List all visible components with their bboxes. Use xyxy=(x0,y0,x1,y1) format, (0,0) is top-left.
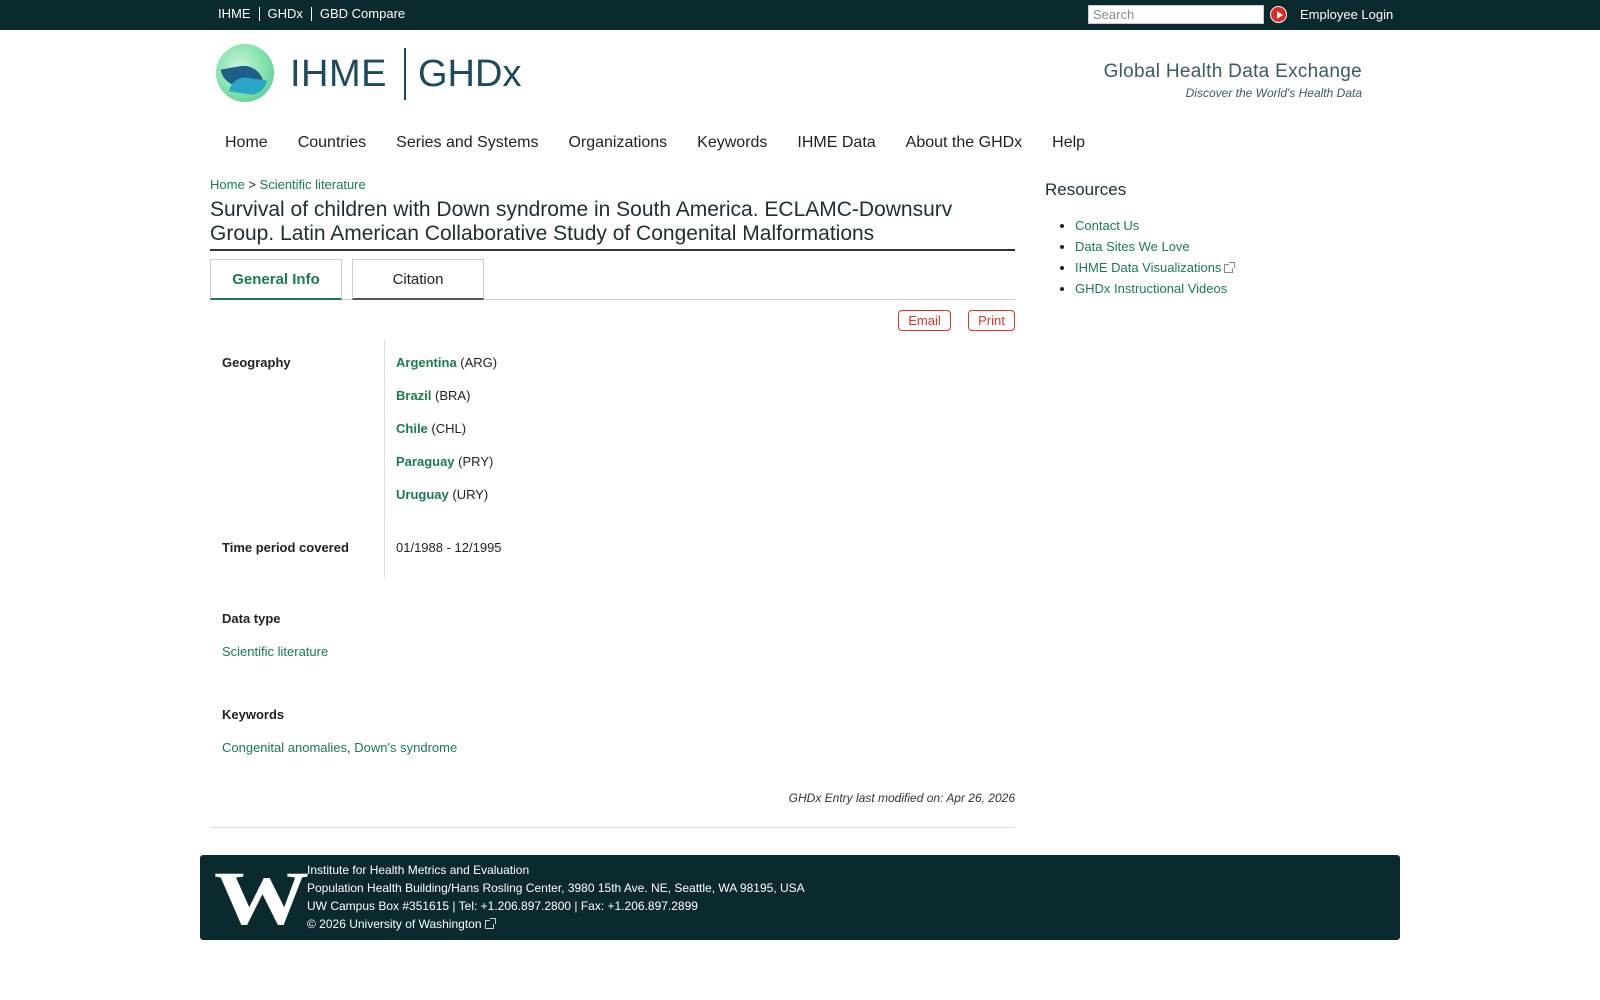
keywords-value: Congenital anomalies, Down's syndrome xyxy=(222,740,457,755)
data-type-value: Scientific literature xyxy=(222,644,328,659)
main-nav: Home Countries Series and Systems Organi… xyxy=(210,133,1100,153)
logo-text-ihme[interactable]: IHME xyxy=(290,53,387,96)
ihme-logo-icon[interactable] xyxy=(216,44,274,102)
keyword-link-downs-syndrome[interactable]: Down's syndrome xyxy=(354,740,457,755)
geography-label: Geography xyxy=(222,355,291,370)
list-item: Contact Us xyxy=(1075,215,1233,236)
print-button[interactable]: Print xyxy=(968,310,1015,331)
geography-code: (URY) xyxy=(452,487,489,502)
info-column-divider xyxy=(384,340,385,578)
geography-code: (BRA) xyxy=(435,388,471,403)
geography-item: Brazil (BRA) xyxy=(396,388,470,403)
email-button[interactable]: Email xyxy=(898,310,951,331)
nav-ihme-data[interactable]: IHME Data xyxy=(782,133,890,153)
nav-help[interactable]: Help xyxy=(1037,133,1100,153)
time-period-value: 01/1988 - 12/1995 xyxy=(396,540,502,555)
data-type-link[interactable]: Scientific literature xyxy=(222,644,328,659)
nav-organizations[interactable]: Organizations xyxy=(553,133,682,153)
breadcrumb-scientific-literature[interactable]: Scientific literature xyxy=(260,177,366,192)
geography-code: (ARG) xyxy=(460,355,498,370)
search-input[interactable] xyxy=(1088,5,1264,24)
geography-item: Chile (CHL) xyxy=(396,421,466,436)
last-modified-note: GHDx Entry last modified on: Apr 26, 202… xyxy=(788,791,1015,805)
resource-link-contact-us[interactable]: Contact Us xyxy=(1075,218,1139,233)
uw-logo-icon[interactable]: W xyxy=(214,861,309,937)
geography-item: Paraguay (PRY) xyxy=(396,454,493,469)
breadcrumb-separator: > xyxy=(248,177,256,192)
resource-link-ihme-visualizations[interactable]: IHME Data Visualizations xyxy=(1075,260,1221,275)
top-bar: IHME GHDx GBD Compare Employee Login xyxy=(0,0,1600,30)
geography-link-argentina[interactable]: Argentina xyxy=(396,355,457,370)
top-links: IHME GHDx GBD Compare xyxy=(218,7,413,21)
nav-home[interactable]: Home xyxy=(210,133,283,153)
resources-list: Contact Us Data Sites We Love IHME Data … xyxy=(1075,215,1236,299)
geography-link-chile[interactable]: Chile xyxy=(396,421,428,436)
content-divider xyxy=(210,827,1015,828)
geography-link-paraguay[interactable]: Paraguay xyxy=(396,454,455,469)
list-item: IHME Data Visualizations xyxy=(1075,257,1236,278)
breadcrumb-home[interactable]: Home xyxy=(210,177,245,192)
nav-countries[interactable]: Countries xyxy=(283,133,381,153)
footer-institute: Institute for Health Metrics and Evaluat… xyxy=(307,863,530,877)
list-item: Data Sites We Love xyxy=(1075,236,1233,257)
copyright-text: © 2026 xyxy=(307,917,346,931)
external-link-icon xyxy=(484,918,496,930)
top-link-gbd-compare[interactable]: GBD Compare xyxy=(312,7,413,21)
page-title: Survival of children with Down syndrome … xyxy=(210,198,1015,251)
keyword-link-congenital-anomalies[interactable]: Congenital anomalies xyxy=(222,740,347,755)
external-link-icon xyxy=(1224,262,1236,274)
resources-title: Resources xyxy=(1045,180,1127,199)
tab-general-info[interactable]: General Info xyxy=(210,259,342,300)
geography-link-uruguay[interactable]: Uruguay xyxy=(396,487,449,502)
top-link-ihme[interactable]: IHME xyxy=(218,7,260,21)
top-link-ghdx[interactable]: GHDx xyxy=(260,7,312,21)
geography-code: (CHL) xyxy=(431,421,467,436)
nav-keywords[interactable]: Keywords xyxy=(682,133,782,153)
tagline-title: Global Health Data Exchange xyxy=(1103,61,1362,82)
footer: W Institute for Health Metrics and Evalu… xyxy=(200,855,1400,940)
keywords-label: Keywords xyxy=(222,707,285,722)
logo-divider xyxy=(404,48,406,100)
breadcrumb: Home > Scientific literature xyxy=(210,177,366,192)
geography-item: Argentina (ARG) xyxy=(396,355,497,370)
nav-about-the-ghdx[interactable]: About the GHDx xyxy=(891,133,1038,153)
list-item: GHDx Instructional Videos xyxy=(1075,278,1233,299)
footer-contact: UW Campus Box #351615 | Tel: +1.206.897.… xyxy=(307,899,698,913)
employee-login-link[interactable]: Employee Login xyxy=(1300,7,1393,22)
geography-link-brazil[interactable]: Brazil xyxy=(396,388,431,403)
keyword-separator: , xyxy=(347,740,351,755)
search-submit-icon[interactable] xyxy=(1270,6,1287,23)
uw-link[interactable]: University of Washington xyxy=(349,917,481,931)
time-period-label: Time period covered xyxy=(222,540,349,555)
footer-copyright: © 2026 University of Washington xyxy=(307,915,496,933)
nav-series-and-systems[interactable]: Series and Systems xyxy=(381,133,553,153)
logo-text-ghdx[interactable]: GHDx xyxy=(418,53,521,96)
resource-link-data-sites[interactable]: Data Sites We Love xyxy=(1075,239,1190,254)
data-type-label: Data type xyxy=(222,611,281,626)
tagline-subtitle: Discover the World's Health Data xyxy=(1185,86,1362,100)
geography-code: (PRY) xyxy=(458,454,494,469)
footer-address: Population Health Building/Hans Rosling … xyxy=(307,881,805,895)
resource-link-instructional-videos[interactable]: GHDx Instructional Videos xyxy=(1075,281,1227,296)
geography-item: Uruguay (URY) xyxy=(396,487,488,502)
tab-citation[interactable]: Citation xyxy=(352,259,484,300)
